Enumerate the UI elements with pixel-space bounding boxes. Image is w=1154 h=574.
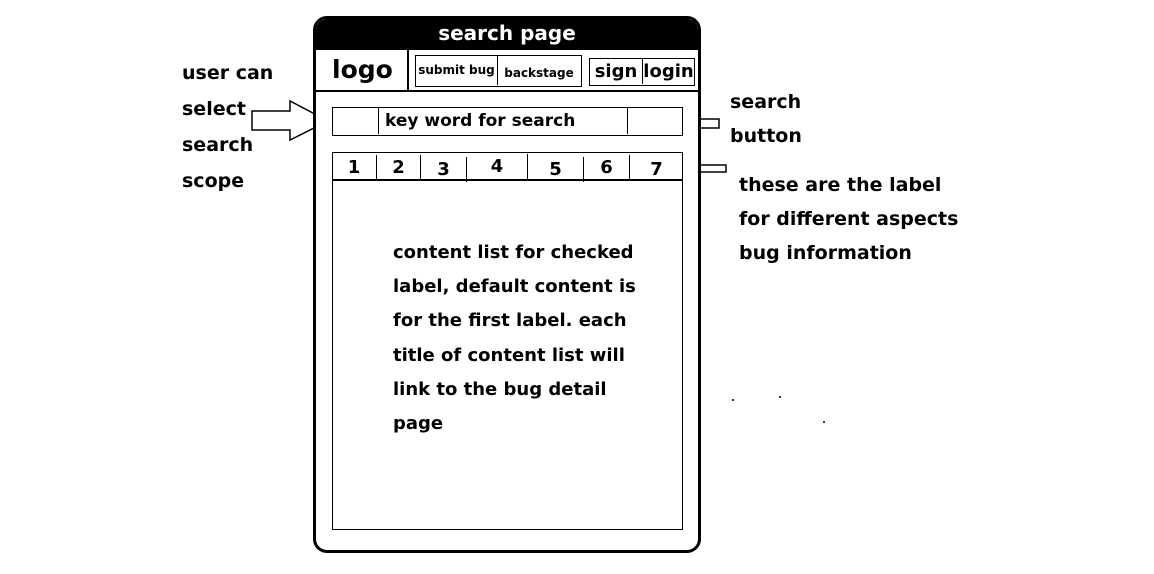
header-separator bbox=[407, 50, 409, 90]
nav-button-group: submit bug backstage bbox=[415, 55, 582, 87]
content-line: link to the bug detail bbox=[393, 378, 607, 400]
content-description: content list for checked label, default … bbox=[393, 236, 636, 441]
search-input[interactable]: key word for search bbox=[379, 108, 628, 134]
phone-frame: search page logo submit bug backstage si… bbox=[313, 16, 701, 553]
search-scope-select[interactable] bbox=[333, 108, 379, 134]
content-line: page bbox=[393, 413, 444, 435]
page-title: search page bbox=[316, 19, 698, 50]
header-bottom-line bbox=[316, 90, 698, 92]
auth-button-group: sign login bbox=[589, 58, 695, 86]
sign-button[interactable]: sign bbox=[590, 59, 643, 84]
tab-7[interactable]: 7 bbox=[630, 157, 683, 182]
content-line: for the first label. each bbox=[393, 310, 627, 332]
content-line: content list for checked bbox=[393, 242, 634, 263]
submit-bug-button[interactable]: submit bug bbox=[416, 56, 498, 85]
tab-3[interactable]: 3 bbox=[421, 157, 467, 182]
login-button[interactable]: login bbox=[643, 59, 694, 84]
stray-dot bbox=[779, 396, 781, 398]
tab-6[interactable]: 6 bbox=[584, 155, 630, 180]
tab-1[interactable]: 1 bbox=[332, 155, 377, 180]
stray-dot bbox=[732, 399, 734, 401]
stray-dot bbox=[823, 421, 825, 423]
content-line: title of content list will bbox=[393, 344, 625, 366]
search-bar: key word for search bbox=[332, 107, 683, 136]
tab-2[interactable]: 2 bbox=[377, 155, 421, 180]
logo[interactable]: logo bbox=[332, 55, 393, 85]
tab-4[interactable]: 4 bbox=[467, 154, 528, 179]
backstage-button[interactable]: backstage bbox=[498, 59, 580, 88]
tab-5[interactable]: 5 bbox=[528, 157, 584, 182]
content-line: label, default content is bbox=[393, 276, 636, 298]
search-button[interactable] bbox=[628, 108, 681, 134]
